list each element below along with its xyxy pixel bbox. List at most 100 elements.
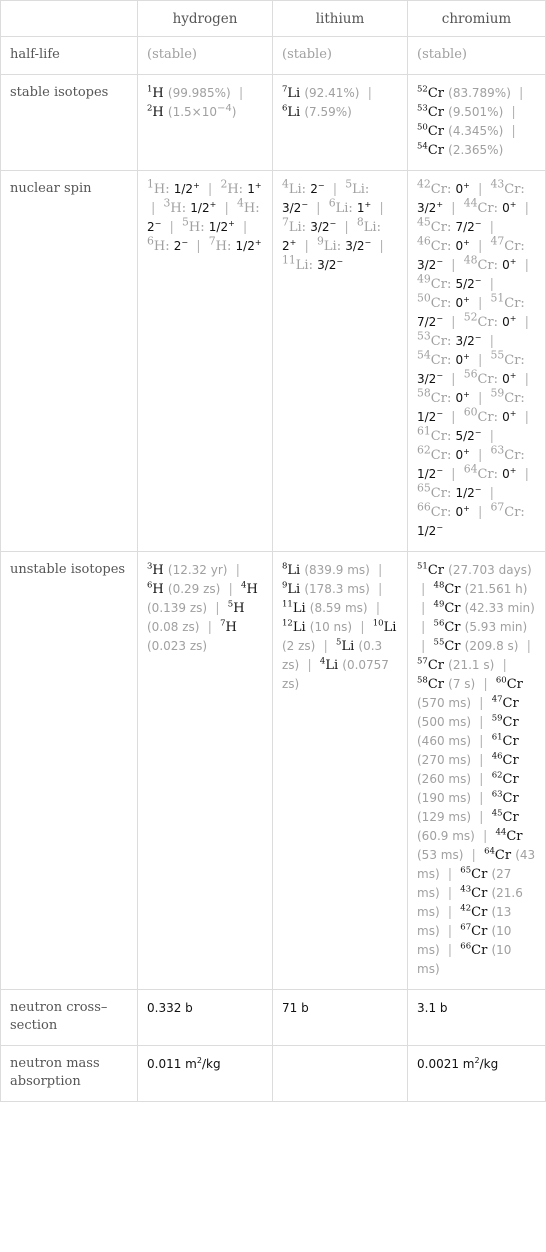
parity: + <box>254 238 262 247</box>
separator: | <box>502 658 507 673</box>
isotope-symbol: 43Cr <box>460 884 488 901</box>
isotope-entry: 44Cr: 0+ <box>464 198 517 216</box>
row-unstable-isotopes: unstable isotopes 3H (12.32 yr) | 6H (0.… <box>0 551 546 990</box>
separator: | <box>524 315 530 330</box>
half-life-value: (53 ms) <box>417 848 464 862</box>
half-life-value: (7 s) <box>448 677 476 691</box>
row-neutron-cross-section: neutron cross–section 0.332 b 71 b 3.1 b <box>0 989 546 1046</box>
isotope-symbol: 1H <box>147 84 164 101</box>
isotope-symbol: 5H: <box>182 215 209 235</box>
mass-number: 66 <box>460 941 472 952</box>
row-neutron-mass-absorption: neutron mass absorption 0.011 m2/kg 0.00… <box>0 1045 546 1102</box>
isotope-symbol: 53Cr: <box>417 329 456 349</box>
isotope-symbol: 54Cr <box>417 141 444 158</box>
isotope-entry: 11Li (8.59 ms) <box>282 599 368 616</box>
isotope-symbol: 67Cr: <box>490 500 525 520</box>
separator: | <box>344 220 349 235</box>
separator: | <box>332 182 338 197</box>
mass-number: 9 <box>282 580 288 591</box>
spin-value: 0+ <box>502 371 517 387</box>
isotope-symbol: 1H: <box>147 177 174 197</box>
isotope-symbol: 6H <box>147 580 164 597</box>
isotope-entry: 12Li (10 ns) <box>282 619 352 635</box>
isotope-symbol: 2H <box>147 103 164 120</box>
half-life-value: (0.08 zs) <box>147 620 200 634</box>
half-life-value: (8.59 ms) <box>309 601 368 615</box>
spin-value: 2− <box>173 238 189 254</box>
isotope-entry: 49Cr: 5/2− <box>417 274 482 292</box>
mass-number: 9 <box>317 234 324 248</box>
isotope-symbol: 42Cr <box>460 903 488 920</box>
separator: | <box>511 124 516 139</box>
parity: + <box>463 181 470 190</box>
abundance: (9.501%) <box>448 105 504 119</box>
mass-number: 44 <box>463 196 478 210</box>
spin-value: 0+ <box>455 295 470 311</box>
parity: − <box>364 238 372 247</box>
separator: | <box>447 905 453 920</box>
spin-value: 1/2− <box>417 466 444 482</box>
isotope-symbol: 5Li <box>336 637 355 654</box>
abundance: (99.985%) <box>167 86 231 100</box>
spin-value: 0+ <box>455 447 470 463</box>
isotope-symbol: 63Cr <box>491 789 519 806</box>
spin-value: 0+ <box>502 200 517 216</box>
half-life-value: (178.3 ms) <box>304 582 370 596</box>
isotope-entry: 4Li: 2− <box>282 179 325 197</box>
mass-number: 44 <box>495 827 507 838</box>
separator: | <box>215 601 220 616</box>
mass-number: 11 <box>282 599 293 610</box>
spin-value: 3/2− <box>455 333 482 349</box>
separator: | <box>377 582 383 597</box>
isotope-symbol: 51Cr <box>417 561 444 578</box>
neutron-mass-absorption-chromium: 0.0021 m2/kg <box>407 1045 546 1102</box>
isotope-entry: 52Cr: 0+ <box>464 312 517 330</box>
separator: | <box>207 620 212 635</box>
mass-number: 60 <box>495 675 507 686</box>
separator: | <box>477 353 483 368</box>
stable-isotopes-chromium: 52Cr (83.789%) | 53Cr (9.501%) | 50Cr (4… <box>407 74 546 171</box>
parity: − <box>436 466 444 475</box>
parity: + <box>193 181 200 190</box>
isotope-symbol: 8Li <box>282 561 301 578</box>
isotope-symbol: 5Li: <box>345 177 370 197</box>
abundance-exponent: −4 <box>217 103 232 114</box>
parity: − <box>474 219 482 228</box>
parity: − <box>474 276 482 285</box>
spin-value: 0+ <box>455 238 470 254</box>
isotope-entry: 9Li (178.3 ms) <box>282 580 370 597</box>
separator: | <box>511 105 516 120</box>
spin-value: 3/2− <box>417 257 444 273</box>
isotope-symbol: 56Cr: <box>463 367 503 387</box>
mass-number: 65 <box>417 481 431 495</box>
mass-number: 51 <box>490 291 505 305</box>
mass-number: 1 <box>147 177 154 191</box>
separator: | <box>489 486 495 501</box>
mass-number: 55 <box>433 637 445 648</box>
separator: | <box>228 582 233 597</box>
mass-number: 56 <box>463 367 478 381</box>
parity: + <box>289 238 297 247</box>
separator: | <box>479 810 484 825</box>
parity: − <box>436 257 444 266</box>
separator: | <box>489 277 495 292</box>
spin-value: 3/2− <box>345 238 372 254</box>
parity: + <box>463 504 470 513</box>
mass-number: 59 <box>490 386 505 400</box>
parity: + <box>254 181 262 190</box>
half-life-value: (270 ms) <box>417 753 472 767</box>
separator: | <box>224 201 229 216</box>
separator: | <box>524 467 530 482</box>
mass-number: 67 <box>490 500 505 514</box>
mass-number: 10 <box>372 618 384 629</box>
half-life-value: (5.93 min) <box>464 620 528 634</box>
mass-number: 60 <box>463 405 478 419</box>
spin-value: 1+ <box>247 181 262 197</box>
spin-value: 0+ <box>502 257 517 273</box>
parity: + <box>463 238 470 247</box>
isotope-symbol: 3H: <box>163 196 191 216</box>
mass-number: 3 <box>163 196 171 210</box>
separator: | <box>151 201 156 216</box>
half-life-value: (0.139 zs) <box>147 601 208 615</box>
isotope-symbol: 63Cr: <box>490 443 525 463</box>
